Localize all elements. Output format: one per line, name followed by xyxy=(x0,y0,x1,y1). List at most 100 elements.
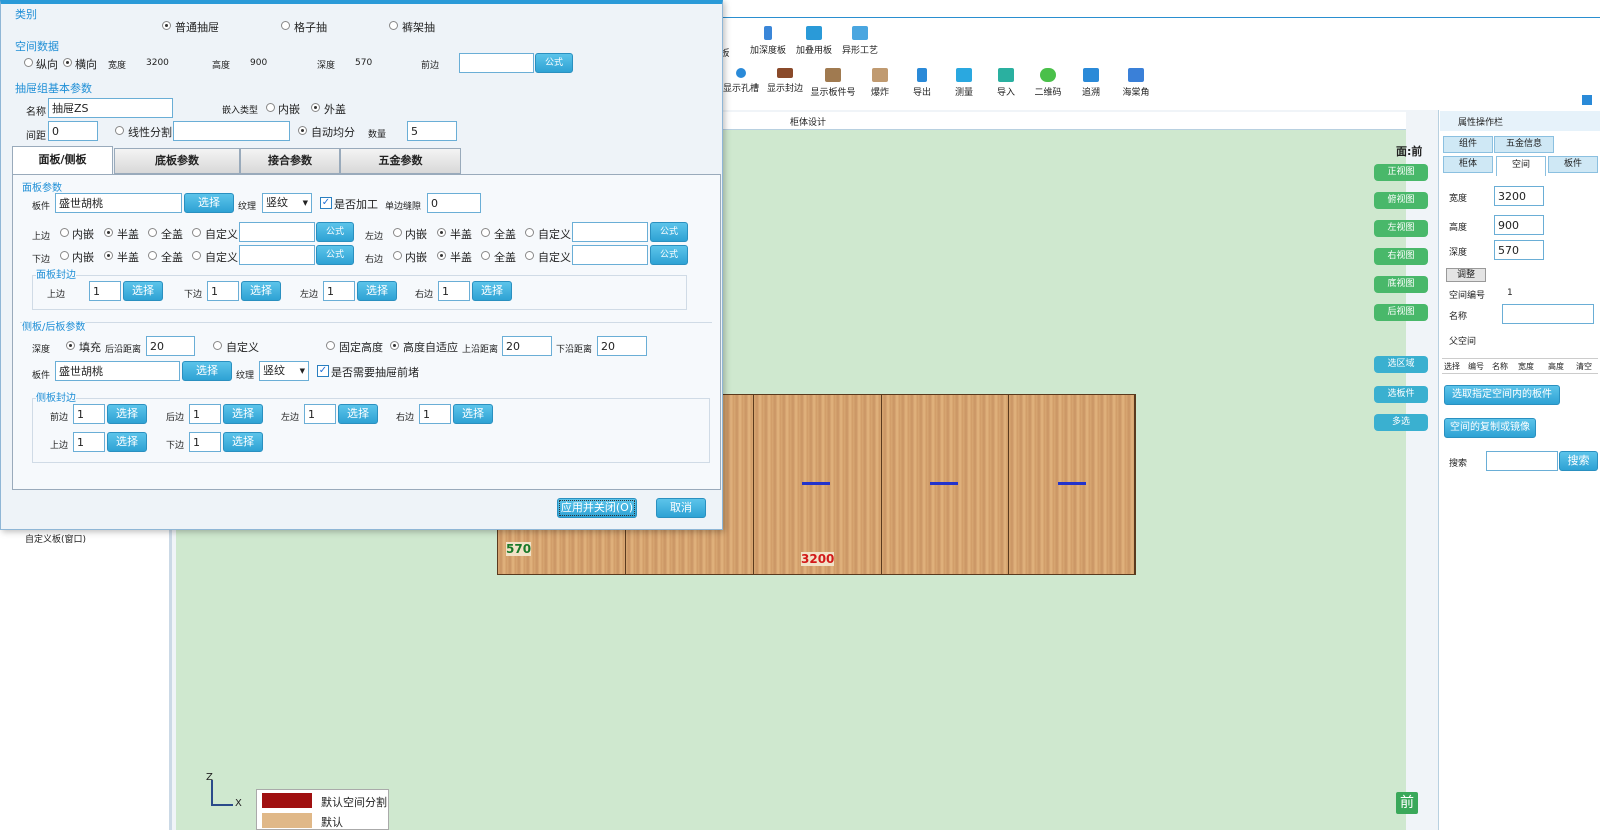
col-number[interactable]: 编号 xyxy=(1468,361,1484,372)
se-front-input[interactable] xyxy=(73,404,105,424)
auto-height-radio[interactable] xyxy=(390,341,399,350)
tab-bottom-board[interactable]: 底板参数 xyxy=(114,148,240,174)
bottom-custom-radio[interactable] xyxy=(192,251,201,260)
toolbar-measure[interactable]: 测量 xyxy=(941,68,987,98)
edge-top-input[interactable] xyxy=(89,281,121,301)
col-select[interactable]: 选择 xyxy=(1444,361,1460,372)
view-front-button[interactable]: 正视图 xyxy=(1374,164,1428,181)
radio-embed-out[interactable] xyxy=(311,103,320,112)
multi-select-button[interactable]: 多选 xyxy=(1374,414,1428,431)
prop-width-input[interactable] xyxy=(1494,186,1544,206)
col-width[interactable]: 宽度 xyxy=(1518,361,1534,372)
top-formula-button[interactable]: 公式 xyxy=(316,222,354,242)
right-custom-radio[interactable] xyxy=(525,251,534,260)
panel-grain-select[interactable]: 竖纹 xyxy=(262,193,312,213)
front-extend-formula-button[interactable]: 公式 xyxy=(535,53,573,73)
cancel-button[interactable]: 取消 xyxy=(656,498,706,518)
view-right-button[interactable]: 右视图 xyxy=(1374,248,1428,265)
adjust-button[interactable]: 调整 xyxy=(1446,268,1486,282)
right-custom-input[interactable] xyxy=(572,245,648,265)
view-bottom-button[interactable]: 底视图 xyxy=(1374,276,1428,293)
side-grain-select[interactable]: 竖纹 xyxy=(259,361,309,381)
view-top-button[interactable]: 俯视图 xyxy=(1374,192,1428,209)
left-formula-button[interactable]: 公式 xyxy=(650,222,688,242)
bottom-half-radio[interactable] xyxy=(104,251,113,260)
count-input[interactable] xyxy=(407,121,457,141)
radio-horizontal[interactable] xyxy=(63,58,72,67)
radio-trouser-rack-drawer[interactable] xyxy=(389,21,398,30)
process-checkbox[interactable]: ✓ xyxy=(320,197,332,209)
tab-hardware[interactable]: 五金参数 xyxy=(340,148,461,174)
left-custom-input[interactable] xyxy=(572,222,648,242)
single-gap-input[interactable] xyxy=(427,193,481,213)
col-clear[interactable]: 清空 xyxy=(1576,361,1592,372)
edge-left-input[interactable] xyxy=(323,281,355,301)
edge-bottom-input[interactable] xyxy=(207,281,239,301)
edge-left-select-button[interactable]: 选择 xyxy=(357,281,397,301)
side-board-input[interactable] xyxy=(55,361,180,381)
tab-joint[interactable]: 接合参数 xyxy=(240,148,340,174)
bottom-full-radio[interactable] xyxy=(148,251,157,260)
right-formula-button[interactable]: 公式 xyxy=(650,245,688,265)
se-bottom-select-button[interactable]: 选择 xyxy=(223,432,263,452)
toolbar-special-craft[interactable]: 异形工艺 xyxy=(837,26,883,56)
radio-embed-in[interactable] xyxy=(266,103,275,112)
col-height[interactable]: 高度 xyxy=(1548,361,1564,372)
se-left-input[interactable] xyxy=(304,404,336,424)
toolbar-qrcode[interactable]: 二维码 xyxy=(1025,68,1071,98)
toolbar-stack-board[interactable]: 加叠用板 xyxy=(791,26,837,56)
right-half-radio[interactable] xyxy=(437,251,446,260)
se-back-input[interactable] xyxy=(189,404,221,424)
toolbar-begonia-corner[interactable]: 海棠角 xyxy=(1113,68,1159,98)
toolbar-show-board-no[interactable]: 显示板件号 xyxy=(810,68,856,98)
select-region-button[interactable]: 选区域 xyxy=(1374,356,1428,373)
right-full-radio[interactable] xyxy=(481,251,490,260)
edge-bottom-select-button[interactable]: 选择 xyxy=(241,281,281,301)
toolbar-trace[interactable]: 追溯 xyxy=(1068,68,1114,98)
bottom-formula-button[interactable]: 公式 xyxy=(316,245,354,265)
top-custom-radio[interactable] xyxy=(192,228,201,237)
gap-input[interactable] xyxy=(48,121,98,141)
depth-fill-radio[interactable] xyxy=(66,341,75,350)
tab-board[interactable]: 板件 xyxy=(1548,156,1598,173)
tab-cabinet[interactable]: 柜体 xyxy=(1443,156,1493,173)
toolbar-export[interactable]: 导出 xyxy=(899,68,945,98)
view-back-button[interactable]: 后视图 xyxy=(1374,304,1428,321)
line-split-input[interactable] xyxy=(173,121,290,141)
edge-right-select-button[interactable]: 选择 xyxy=(472,281,512,301)
se-left-select-button[interactable]: 选择 xyxy=(338,404,378,424)
prop-depth-input[interactable] xyxy=(1494,240,1544,260)
search-input[interactable] xyxy=(1486,451,1558,471)
toolbar-deep-board[interactable]: 加深度板 xyxy=(745,26,791,56)
toolbar-import[interactable]: 导入 xyxy=(983,68,1029,98)
top-custom-input[interactable] xyxy=(239,222,315,242)
side-board-select-button[interactable]: 选择 xyxy=(182,361,232,381)
tab-hardware-info[interactable]: 五金信息 xyxy=(1494,136,1554,153)
panel-board-input[interactable] xyxy=(55,193,182,213)
pick-boards-in-space-button[interactable]: 选取指定空间内的板件 xyxy=(1444,385,1560,405)
view-left-button[interactable]: 左视图 xyxy=(1374,220,1428,237)
need-front-stopper-checkbox[interactable]: ✓ xyxy=(317,365,329,377)
copy-mirror-space-button[interactable]: 空间的复制或镜像 xyxy=(1444,418,1536,438)
select-board-button[interactable]: 选板件 xyxy=(1374,386,1428,403)
bottom-dist-input[interactable] xyxy=(597,336,647,356)
se-front-select-button[interactable]: 选择 xyxy=(107,404,147,424)
canvas-tab-title[interactable]: 柜体设计 xyxy=(790,115,826,128)
space-name-input[interactable] xyxy=(1502,304,1594,324)
bottom-embed-radio[interactable] xyxy=(60,251,69,260)
left-full-radio[interactable] xyxy=(481,228,490,237)
toolbar-show-edge[interactable]: 显示封边 xyxy=(762,68,808,94)
grid-icon[interactable] xyxy=(1582,95,1592,105)
left-custom-radio[interactable] xyxy=(525,228,534,237)
edge-right-input[interactable] xyxy=(438,281,470,301)
radio-auto-even[interactable] xyxy=(298,126,307,135)
right-embed-radio[interactable] xyxy=(393,251,402,260)
se-bottom-input[interactable] xyxy=(189,432,221,452)
tab-space[interactable]: 空间 xyxy=(1496,156,1546,176)
panel-board-select-button[interactable]: 选择 xyxy=(184,193,234,213)
radio-line-split[interactable] xyxy=(115,126,124,135)
top-full-radio[interactable] xyxy=(148,228,157,237)
bottom-custom-input[interactable] xyxy=(239,245,315,265)
col-name[interactable]: 名称 xyxy=(1492,361,1508,372)
se-back-select-button[interactable]: 选择 xyxy=(223,404,263,424)
